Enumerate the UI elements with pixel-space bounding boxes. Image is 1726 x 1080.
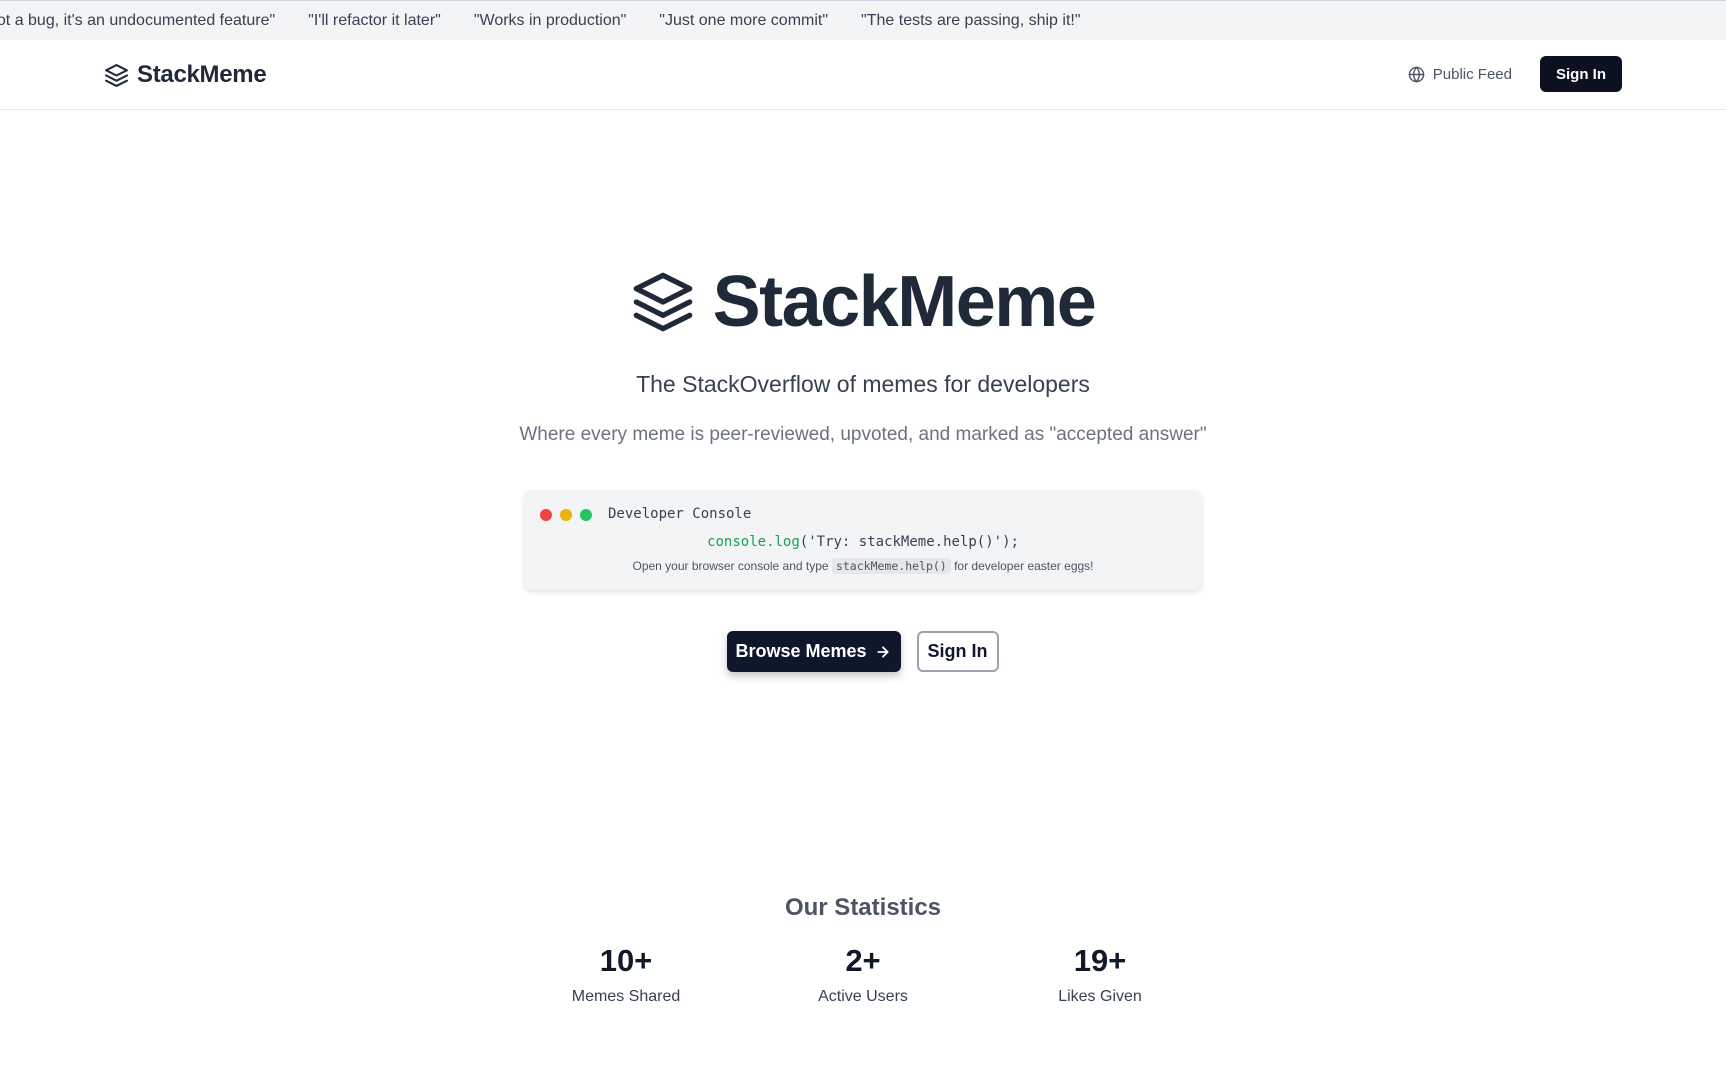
code-arguments: ('Try: stackMeme.help()'); (799, 534, 1019, 550)
navbar: StackMeme Public Feed Sign In (0, 40, 1726, 110)
green-dot-icon (580, 509, 592, 521)
stat-active-users: 2+ Active Users (763, 945, 963, 1006)
hero-sign-in-button[interactable]: Sign In (916, 631, 999, 672)
ticker-item: "Works in production" (473, 12, 627, 29)
statistics-heading: Our Statistics (784, 894, 942, 921)
cta-group: Browse Memes Sign In (0, 631, 1726, 672)
ticker-item: "Just one more commit" (659, 12, 829, 29)
hint-inline-code: stackMeme.help() (831, 558, 951, 574)
window-dots (540, 509, 592, 521)
nav-sign-in-button[interactable]: Sign In (1540, 56, 1622, 92)
hint-text-after: for developer easter eggs! (954, 559, 1094, 573)
hero-subtagline: Where every meme is peer-reviewed, upvot… (519, 424, 1207, 445)
stat-likes-given: 19+ Likes Given (1000, 945, 1200, 1006)
stat-label: Active Users (818, 988, 908, 1005)
ticker-item: "The tests are passing, ship it!" (861, 12, 1081, 29)
brand-home-link[interactable]: StackMeme (104, 61, 267, 89)
ticker-item: "I'll refactor it later" (308, 12, 441, 29)
stat-label: Memes Shared (571, 988, 681, 1005)
globe-icon (1408, 66, 1425, 82)
stat-value: 2+ (845, 943, 881, 978)
layers-icon (105, 63, 128, 87)
red-dot-icon (540, 509, 552, 521)
console-hint: Open your browser console and type stack… (524, 558, 1202, 574)
nav-actions: Public Feed Sign In (1408, 56, 1622, 92)
hero-title: StackMeme (0, 266, 1726, 338)
brand-name: StackMeme (137, 61, 267, 88)
console-title: Developer Console (608, 506, 752, 522)
public-feed-link[interactable]: Public Feed (1408, 66, 1512, 83)
public-feed-label: Public Feed (1432, 65, 1512, 83)
ticker-item: not a bug, it's an undocumented feature" (0, 12, 276, 29)
developer-console-card: Developer Console console.log('Try: stac… (524, 490, 1202, 590)
stat-value: 19+ (1073, 943, 1127, 978)
browse-memes-label: Browse Memes (735, 641, 867, 661)
quote-ticker: not a bug, it's an undocumented feature"… (0, 0, 1726, 40)
hero-heading: StackMeme (712, 262, 1097, 342)
console-code: console.log('Try: stackMeme.help()'); (524, 534, 1202, 550)
arrow-right-icon (876, 645, 889, 658)
browse-memes-button[interactable]: Browse Memes (727, 631, 901, 672)
code-function: console.log (707, 534, 800, 550)
layers-icon (633, 272, 692, 332)
ticker-track: not a bug, it's an undocumented feature"… (0, 12, 1081, 30)
hint-text-before: Open your browser console and type (632, 559, 829, 573)
yellow-dot-icon (560, 509, 572, 521)
stat-label: Likes Given (1058, 988, 1142, 1005)
stat-memes-shared: 10+ Memes Shared (526, 945, 726, 1006)
stat-value: 10+ (599, 943, 653, 978)
hero-tagline: The StackOverflow of memes for developer… (636, 371, 1090, 397)
